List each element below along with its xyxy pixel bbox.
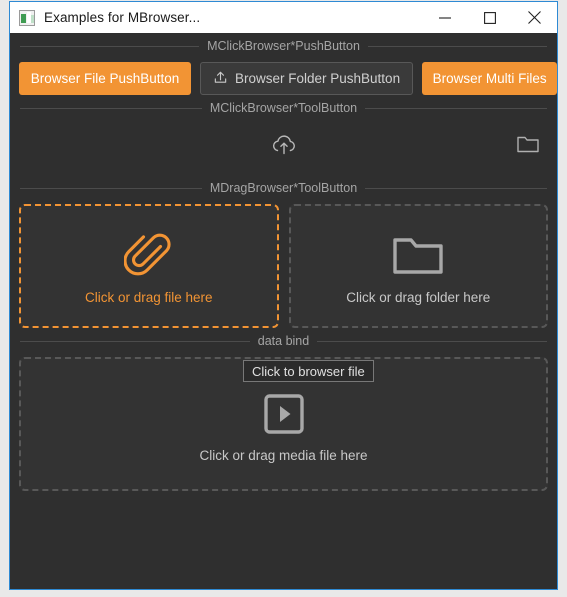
divider-left [20, 45, 200, 47]
divider-right [365, 187, 548, 189]
button-label: Browser Multi Files [432, 71, 547, 86]
cloud-upload-toolbutton[interactable] [267, 130, 301, 164]
browser-file-pushbutton[interactable]: Browser File PushButton [19, 62, 191, 95]
media-play-icon [261, 386, 307, 442]
folder-icon [517, 135, 539, 159]
folder-icon [392, 228, 444, 284]
divider-left [20, 107, 202, 109]
dragzone-row: Click or drag file here Click or drag fo… [19, 204, 548, 328]
section-label: MClickBrowser*PushButton [207, 39, 360, 53]
paperclip-icon [123, 228, 174, 284]
divider-left [20, 187, 202, 189]
section-header-dragbrowser: MDragBrowser*ToolButton [19, 175, 548, 201]
dropzone-label: Click or drag folder here [346, 289, 491, 305]
application-window: Examples for MBrowser... MClickBrowser*P… [9, 1, 558, 590]
cloud-upload-icon [270, 132, 298, 163]
browser-folder-pushbutton[interactable]: Browser Folder PushButton [200, 62, 414, 95]
section-label: data bind [257, 334, 310, 348]
section-header-toolbutton: MClickBrowser*ToolButton [19, 95, 548, 121]
divider-right [365, 107, 547, 109]
dropzone-label: Click or drag media file here [199, 447, 368, 463]
upload-icon [213, 70, 228, 88]
section-label: MClickBrowser*ToolButton [209, 101, 358, 115]
section-header-databind: data bind [19, 328, 548, 354]
button-label: Browser Folder PushButton [235, 71, 401, 86]
tooltip-text: Click to browser file [252, 363, 365, 379]
tooltip: Click to browser file [243, 360, 374, 382]
file-dropzone[interactable]: Click or drag file here [19, 204, 279, 328]
close-button[interactable] [512, 2, 557, 33]
button-label: Browser File PushButton [30, 71, 180, 86]
main-content: MClickBrowser*PushButton Browser File Pu… [10, 33, 558, 589]
dropzone-label: Click or drag file here [84, 289, 213, 305]
section-label: MDragBrowser*ToolButton [209, 181, 358, 195]
window-controls [422, 2, 557, 33]
browser-multi-files-button[interactable]: Browser Multi Files [422, 62, 558, 95]
pushbutton-row: Browser File PushButton Browser Folder P… [19, 62, 558, 95]
divider-right [367, 45, 547, 47]
window-title: Examples for MBrowser... [44, 10, 201, 25]
maximize-button[interactable] [467, 2, 512, 33]
toolbutton-row [19, 123, 548, 175]
minimize-button[interactable] [422, 2, 467, 33]
divider-right [317, 340, 547, 342]
section-header-pushbutton: MClickBrowser*PushButton [19, 33, 548, 59]
folder-dropzone[interactable]: Click or drag folder here [288, 204, 548, 328]
title-bar: Examples for MBrowser... [10, 2, 557, 33]
folder-toolbutton[interactable] [512, 131, 544, 163]
app-window-icon [19, 9, 35, 26]
divider-left [20, 340, 250, 342]
